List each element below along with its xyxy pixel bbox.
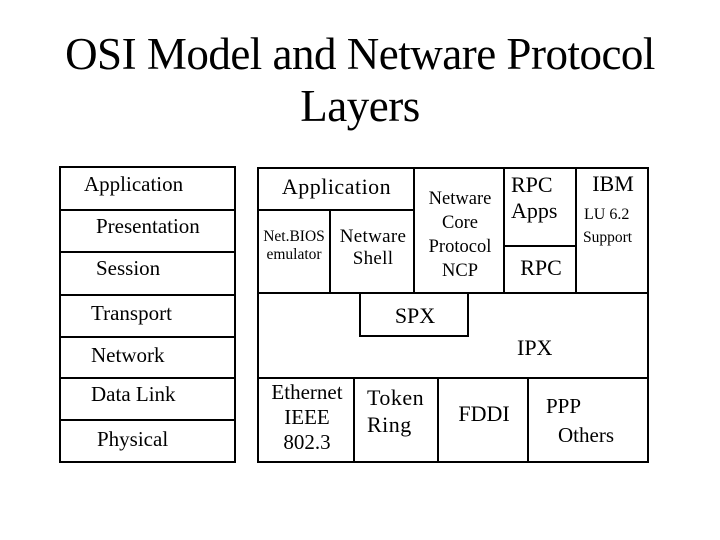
- osi-divider: [59, 377, 236, 379]
- ncp-line-3: Protocol: [428, 237, 492, 257]
- osi-divider: [59, 419, 236, 421]
- ncp-line-1: Netware: [428, 189, 492, 209]
- osi-layer-presentation: Presentation: [96, 214, 200, 238]
- ppp-label: PPP: [546, 394, 582, 418]
- spx-label: SPX: [394, 303, 436, 328]
- rpc-apps-label: RPC Apps: [511, 172, 557, 224]
- token-ring-line-1: Token: [367, 385, 425, 410]
- shell-line-2: Shell: [352, 248, 394, 269]
- ncp-label: Netware Core Protocol NCP: [415, 187, 505, 283]
- token-ring-line-2: Ring: [367, 412, 412, 437]
- osi-divider: [59, 209, 236, 211]
- ethernet-label: Ethernet IEEE 802.3: [259, 380, 355, 455]
- divider-ipx-bottom: [257, 377, 649, 379]
- ibm-lu-label: LU 6.2: [584, 206, 630, 223]
- title-line-1: OSI Model and Netware Protocol: [65, 29, 655, 79]
- osi-divider: [59, 251, 236, 253]
- netbios-line-2: emulator: [266, 245, 322, 263]
- osi-layer-data-link: Data Link: [91, 382, 176, 406]
- osi-layer-network: Network: [91, 343, 165, 367]
- rpc-label: RPC: [520, 255, 562, 280]
- rpc-apps-line-2: Apps: [511, 198, 558, 223]
- osi-layer-session: Session: [96, 256, 161, 280]
- osi-divider: [59, 336, 236, 338]
- divider-application-bottom: [257, 209, 414, 211]
- divider-rpc-apps-rpc: [503, 245, 576, 247]
- ethernet-line-2: IEEE: [284, 405, 330, 429]
- ethernet-line-1: Ethernet: [271, 380, 343, 404]
- osi-layer-physical: Physical: [97, 427, 169, 451]
- slide-title: OSI Model and Netware Protocol Layers: [0, 28, 720, 132]
- shell-line-1: Netware: [339, 226, 407, 247]
- ncp-line-2: Core: [442, 213, 478, 233]
- netbios-emulator-label: Net.BIOS emulator: [257, 228, 331, 264]
- fddi-label: FDDI: [458, 401, 510, 426]
- netware-shell-label: Netware Shell: [331, 226, 415, 270]
- others-label: Others: [558, 423, 614, 447]
- token-ring-label: Token Ring: [367, 384, 424, 438]
- title-line-2: Layers: [300, 81, 420, 131]
- ethernet-line-3: 802.3: [283, 430, 331, 454]
- osi-layer-transport: Transport: [91, 301, 172, 325]
- ibm-support-label: Support: [583, 229, 633, 246]
- ipx-label: IPX: [517, 335, 553, 360]
- osi-divider: [59, 294, 236, 296]
- ibm-label: IBM: [592, 171, 634, 196]
- netbios-line-1: Net.BIOS: [263, 228, 325, 245]
- netware-application-label: Application: [281, 174, 392, 199]
- rpc-apps-line-1: RPC: [511, 172, 553, 197]
- ncp-line-4: NCP: [442, 261, 478, 281]
- osi-layer-application: Application: [84, 172, 184, 196]
